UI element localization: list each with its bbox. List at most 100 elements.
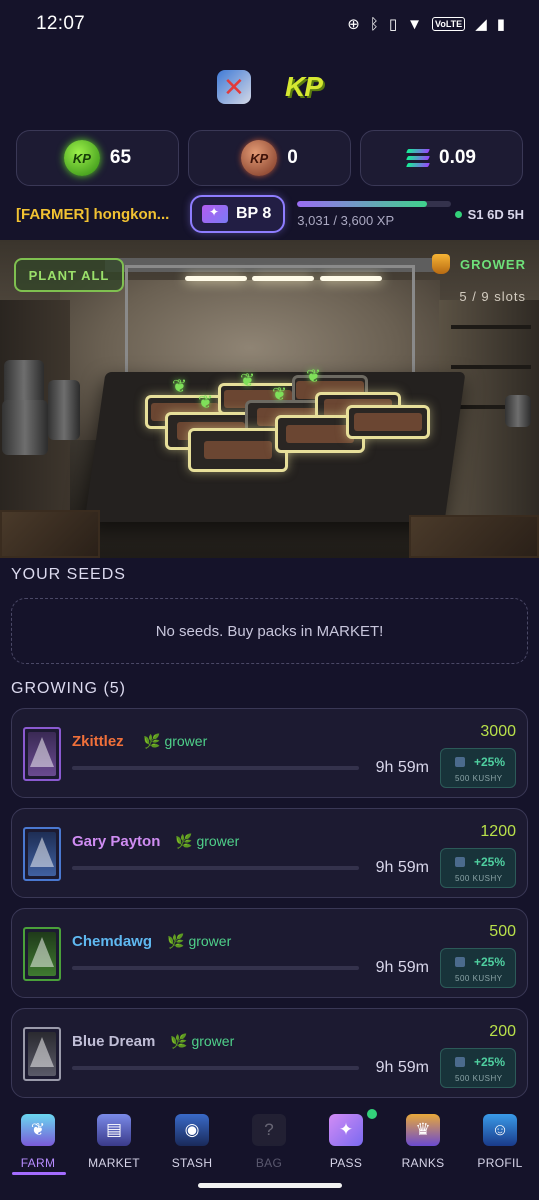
- grow-progress-bar: [72, 966, 359, 970]
- strain-card-image: [23, 727, 61, 781]
- nav-label: RANKS: [401, 1156, 445, 1170]
- planter-slot[interactable]: [188, 428, 288, 472]
- nav-bag[interactable]: ? BAG: [231, 1114, 307, 1170]
- status-time: 12:07: [36, 13, 86, 34]
- pass-icon: ✦: [329, 1114, 363, 1146]
- ticket-icon: [202, 205, 228, 223]
- leaf-icon: 🌿: [143, 733, 161, 749]
- growing-item[interactable]: Chemdawg 🌿 grower 9h 59m 500 +25% 500 KUS…: [11, 908, 528, 998]
- boost-icon: [455, 757, 465, 767]
- nav-pass[interactable]: ✦ PASS: [308, 1114, 384, 1170]
- currency-value: 0: [287, 147, 298, 168]
- plant-all-button[interactable]: PLANT ALL: [14, 258, 124, 292]
- nav-market[interactable]: ▤ MARKET: [76, 1114, 152, 1170]
- currency-value: 65: [109, 147, 132, 168]
- xp-bar: [297, 200, 452, 207]
- xp-progress: 3,031 / 3,600 XP: [297, 200, 452, 228]
- ranks-icon: ♛: [406, 1114, 440, 1146]
- boost-percent: +25%: [473, 955, 505, 969]
- boost-cost: 500 KUSHY: [455, 974, 503, 983]
- boost-icon: [455, 957, 465, 967]
- nav-label: MARKET: [88, 1156, 140, 1170]
- copper-coin-icon: KP: [241, 140, 278, 176]
- crate: [0, 510, 100, 558]
- bluetooth-icon: ᛒ: [369, 15, 379, 33]
- currency-card-sol[interactable]: 0.09: [360, 130, 523, 186]
- strain-name: Zkittlez: [72, 733, 124, 750]
- growing-item[interactable]: Blue Dream 🌿 grower 9h 59m 200 +25% 500 K…: [11, 1008, 528, 1098]
- kp-logo: KP: [285, 71, 323, 102]
- strain-card-image: [23, 827, 61, 881]
- sprout-icon: ❦: [240, 370, 256, 390]
- status-dot: [454, 210, 462, 218]
- signal-icon: ◢: [475, 16, 487, 33]
- nav-ranks[interactable]: ♛ RANKS: [385, 1114, 461, 1170]
- leaf-icon: 🌿: [175, 833, 193, 849]
- vibrate-icon: ▯: [388, 16, 398, 33]
- nav-profile[interactable]: ☺ PROFIL: [462, 1114, 538, 1170]
- battle-pass-button[interactable]: BP 8: [190, 195, 286, 233]
- boost-percent: +25%: [473, 855, 505, 869]
- boost-button[interactable]: +25% 500 KUSHY: [440, 848, 516, 888]
- currency-card-kp[interactable]: KP 65: [16, 130, 179, 186]
- strain-tag: 🌿 grower: [170, 1033, 234, 1050]
- planter-slot[interactable]: [346, 405, 430, 439]
- boost-button[interactable]: +25% 500 KUSHY: [440, 748, 516, 788]
- battery-icon: ▮: [496, 16, 505, 33]
- growing-item[interactable]: Zkittlez 🌿 grower 9h 59m 3000 +25% 500 KU…: [11, 708, 528, 798]
- strain-tag: 🌿 grower: [167, 933, 231, 950]
- boost-button[interactable]: +25% 500 KUSHY: [440, 1048, 516, 1088]
- strain-name: Gary Payton: [72, 833, 161, 850]
- strain-score: 1200: [480, 823, 516, 840]
- nav-label: PROFIL: [477, 1156, 523, 1170]
- currency-value: 0.09: [439, 147, 476, 168]
- seeds-title: YOUR SEEDS: [11, 566, 126, 583]
- sync-icon: ⊕: [347, 16, 360, 33]
- grow-progress-bar: [72, 1066, 359, 1070]
- xp-text: 3,031 / 3,600 XP: [297, 212, 395, 228]
- growing-title: GROWING (5): [11, 680, 126, 697]
- volte-badge: VoLTE: [432, 17, 466, 31]
- wifi-icon: ▼: [407, 15, 423, 33]
- strain-score: 3000: [480, 723, 516, 740]
- status-icons: ⊕ ᛒ ▯ ▼ VoLTE ◢ ▮: [347, 15, 505, 34]
- market-icon: ▤: [97, 1114, 131, 1146]
- strain-tag-label: grower: [196, 833, 240, 849]
- pass-notification-dot: [367, 1109, 377, 1119]
- kp-coin-icon: KP: [63, 140, 100, 176]
- growing-item[interactable]: Gary Payton 🌿 grower 9h 59m 1200 +25% 500…: [11, 808, 528, 898]
- solana-icon: [406, 149, 430, 167]
- music-off-icon[interactable]: [217, 70, 252, 104]
- strain-score: 500: [489, 923, 516, 940]
- currency-card-copper[interactable]: KP 0: [188, 130, 351, 186]
- active-tab-indicator: [12, 1172, 66, 1175]
- sprout-icon: ❦: [172, 376, 188, 396]
- boost-cost: 500 KUSHY: [455, 774, 503, 783]
- season-text: S1 6D 5H: [467, 206, 524, 222]
- gesture-bar[interactable]: [198, 1183, 342, 1188]
- strain-tag: 🌿 grower: [175, 833, 239, 850]
- leaf-icon: 🌿: [167, 933, 185, 949]
- grow-time: 9h 59m: [375, 1059, 429, 1076]
- strain-tag-label: grower: [164, 733, 208, 749]
- sprout-icon: ❦: [306, 366, 322, 386]
- boost-button[interactable]: +25% 500 KUSHY: [440, 948, 516, 988]
- grow-time: 9h 59m: [375, 759, 429, 776]
- boost-cost: 500 KUSHY: [455, 874, 503, 883]
- strain-card-image: [23, 927, 61, 981]
- sprout-icon: ❦: [272, 384, 288, 404]
- leaf-icon: 🌿: [170, 1033, 188, 1049]
- shelf: [451, 365, 531, 369]
- strain-tag-label: grower: [191, 1033, 235, 1049]
- slots-count: 5 / 9 slots: [459, 289, 526, 304]
- rank-label: GROWER: [460, 256, 526, 272]
- boost-icon: [455, 857, 465, 867]
- nav-label: BAG: [255, 1156, 283, 1170]
- status-bar: 12:07 ⊕ ᛒ ▯ ▼ VoLTE ◢ ▮: [0, 0, 539, 48]
- shelf: [451, 325, 531, 329]
- player-name[interactable]: [FARMER] hongkon...: [16, 206, 184, 223]
- currency-row: KP 65 KP 0 0.09: [16, 130, 523, 186]
- season-timer: S1 6D 5H: [454, 206, 526, 222]
- nav-farm[interactable]: ❦ FARM: [0, 1114, 76, 1170]
- nav-stash[interactable]: ◉ STASH: [154, 1114, 230, 1170]
